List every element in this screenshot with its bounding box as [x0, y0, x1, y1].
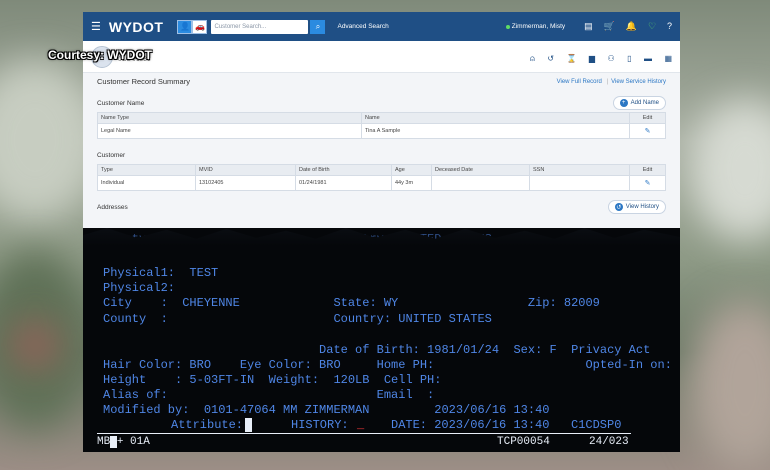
customer-name-table: Name Type Name Edit Legal Name Tina A Sa…	[97, 112, 666, 139]
table-cell: 01/24/1981	[295, 175, 392, 191]
column-header: MVID	[195, 164, 296, 176]
briefcase-icon[interactable]: ▆	[589, 54, 595, 63]
id-card-icon[interactable]: ▤	[584, 21, 593, 31]
customer-search-input[interactable]: Customer Search...	[211, 19, 309, 34]
cart-icon[interactable]: 🛒	[604, 21, 615, 31]
status-divider	[97, 433, 631, 434]
column-header: SSN	[529, 164, 630, 176]
mainframe-terminal: County Country: UNITED STATES Physical1:…	[83, 228, 680, 452]
screen-id: C1CDSP0	[571, 418, 622, 432]
terminal-line: Alias of: Email :	[103, 388, 435, 402]
advanced-search-link[interactable]: Advanced Search	[337, 23, 388, 30]
customer-icon[interactable]: ⍝	[530, 54, 535, 63]
column-header: Date of Birth	[295, 164, 392, 176]
edit-icon[interactable]: ✎	[645, 180, 651, 187]
terminal-line: Physical1: TEST	[103, 266, 219, 280]
current-user[interactable]: Zimmerman, Misty	[505, 23, 566, 30]
history-field[interactable]: _	[357, 418, 364, 433]
app-logo: WYDOT	[108, 18, 164, 35]
table-cell: Tina A Sample	[361, 123, 630, 139]
view-history-button[interactable]: ↺ View History	[607, 200, 666, 214]
customer-heading: Customer	[97, 151, 126, 159]
table-cell: 13102405	[195, 175, 296, 191]
user-name: Zimmerman, Misty	[511, 23, 566, 30]
column-header: Type	[97, 164, 196, 176]
column-header: Edit	[629, 112, 666, 124]
table-cell	[431, 175, 530, 191]
date-label: DATE: 2023/06/16 13:40	[391, 418, 550, 432]
attribute-label: Attribute:	[171, 418, 244, 432]
attribute-field[interactable]	[245, 418, 253, 433]
torn-edge	[83, 228, 680, 246]
online-status-icon	[505, 24, 510, 29]
view-history-label: View History	[625, 204, 659, 210]
courtesy-watermark: Courtesy: WYDOT	[48, 48, 153, 62]
customer-name-heading: Customer Name	[97, 99, 145, 107]
terminal-line: Date of Birth: 1981/01/24 Sex: F Privacy…	[103, 343, 651, 357]
terminal-line: County : Country: UNITED STATES	[103, 312, 492, 326]
background-blur	[690, 300, 770, 470]
menu-icon[interactable]: ☰	[91, 20, 101, 33]
status-page: 24/023	[589, 436, 629, 448]
heart-icon[interactable]: ♡	[648, 21, 656, 31]
table-cell: Individual	[97, 175, 196, 191]
terminal-line: City : CHEYENNE State: WY Zip: 82009	[103, 296, 600, 310]
search-icon[interactable]: ⌕	[310, 19, 326, 34]
column-header: Name Type	[97, 112, 362, 124]
background-blur	[690, 100, 770, 240]
status-left: MB + 01A	[97, 435, 150, 450]
calendar-icon[interactable]: ▦	[664, 54, 672, 63]
column-header: Age	[391, 164, 432, 176]
table-row: Individual 13102405 01/24/1981 44y 3m ✎	[97, 175, 666, 191]
plus-icon: +	[619, 99, 628, 107]
customer-table: Type MVID Date of Birth Age Deceased Dat…	[97, 164, 666, 191]
table-row: Legal Name Tina A Sample ✎	[97, 123, 666, 139]
column-header: Name	[361, 112, 630, 124]
record-content: Customer Record Summary View Full Record…	[83, 73, 680, 214]
status-tcp: TCP00054	[497, 436, 550, 448]
search-mode-toggle[interactable]: 👤 🚗	[177, 19, 208, 34]
hourglass-icon[interactable]: ⌛	[566, 54, 576, 63]
folder-icon[interactable]: ▬	[644, 54, 652, 63]
column-header: Edit	[629, 164, 666, 176]
top-navigation-bar: ☰ WYDOT 👤 🚗 Customer Search... ⌕ Advance…	[83, 12, 680, 41]
add-name-label: Add Name	[630, 100, 659, 106]
page-title: Customer Record Summary	[97, 77, 190, 86]
view-full-record-link[interactable]: View Full Record	[557, 79, 602, 85]
customer-header: 01/24/1981 ⍝ ↺ ⌛ ▆ ⚇ ▯ ▬ ▦	[83, 41, 680, 73]
terminal-line: Modified by: 0101-47064 MM ZIMMERMAN 202…	[103, 403, 550, 417]
history-icon[interactable]: ↺	[547, 54, 554, 63]
document-icon[interactable]: ▯	[627, 54, 631, 63]
person-icon[interactable]: 👤	[177, 19, 193, 34]
terminal-line: Physical2:	[103, 281, 176, 295]
table-cell	[529, 175, 630, 191]
bell-icon[interactable]: 🔔	[626, 21, 637, 31]
table-cell: 44y 3m	[391, 175, 432, 191]
status-code: + 01A	[116, 436, 150, 448]
terminal-line: Height : 5-03FT-IN Weight: 120LB Cell PH…	[103, 373, 442, 387]
add-name-button[interactable]: + Add Name	[612, 96, 666, 110]
customer-record-window: ☰ WYDOT 👤 🚗 Customer Search... ⌕ Advance…	[83, 12, 680, 234]
addresses-heading: Addresses	[97, 203, 128, 211]
history-icon: ↺	[614, 203, 623, 211]
background-blur	[10, 320, 60, 370]
column-header: Deceased Date	[431, 164, 530, 176]
history-label: HISTORY:	[291, 418, 349, 432]
help-icon[interactable]: ?	[667, 21, 672, 31]
view-service-history-link[interactable]: View Service History	[604, 79, 666, 85]
edit-icon[interactable]: ✎	[645, 128, 651, 135]
vehicle-icon[interactable]: 🚗	[192, 19, 208, 34]
status-cursor	[110, 436, 117, 448]
status-session: MB	[97, 436, 111, 448]
people-icon[interactable]: ⚇	[608, 54, 615, 63]
terminal-line: Hair Color: BRO Eye Color: BRO Home PH: …	[103, 358, 672, 372]
table-cell: Legal Name	[97, 123, 362, 139]
